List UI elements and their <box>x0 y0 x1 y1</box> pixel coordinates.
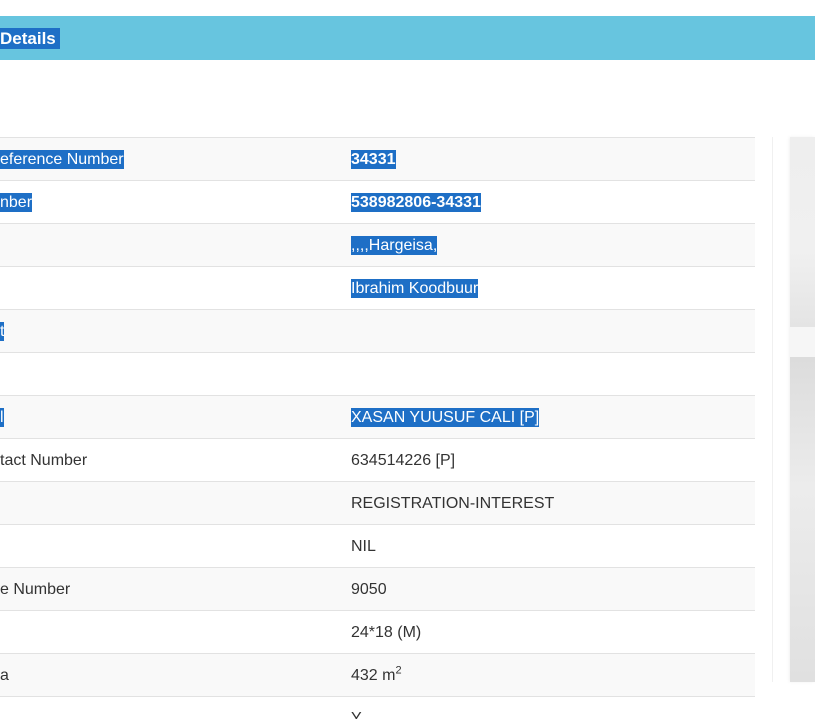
row-value: Ibrahim Koodbuur <box>351 279 479 298</box>
table-row: ,,,,Hargeisa, <box>0 223 755 266</box>
row-value: 432 m2 <box>351 664 402 685</box>
table-row: Ibrahim Koodbuur <box>0 266 755 309</box>
row-label: tact Number <box>0 452 88 469</box>
table-row: NIL <box>0 524 755 567</box>
row-value: NIL <box>351 538 376 555</box>
page: Details eference Number 34331 nber 53898… <box>0 0 815 719</box>
details-table: eference Number 34331 nber 538982806-343… <box>0 137 755 719</box>
row-label: l <box>0 408 4 427</box>
side-divider <box>772 137 773 682</box>
table-row: 24*18 (M) <box>0 610 755 653</box>
table-row <box>0 352 755 395</box>
table-row: t <box>0 309 755 352</box>
area-unit-superscript: 2 <box>395 664 402 677</box>
row-value: REGISTRATION-INTEREST <box>351 495 555 512</box>
row-value: 24*18 (M) <box>351 624 422 641</box>
table-row: tact Number 634514226 [P] <box>0 438 755 481</box>
details-header-title: Details <box>0 28 60 49</box>
row-value: ,,,,Hargeisa, <box>351 236 438 255</box>
row-value: 538982806-34331 <box>351 193 481 212</box>
area-value-text: 432 m <box>351 667 396 684</box>
row-label: a <box>0 667 9 684</box>
row-value: 34331 <box>351 150 396 169</box>
row-value: 634514226 [P] <box>351 452 456 469</box>
table-row: Y <box>0 696 755 719</box>
table-row: l XASAN YUUSUF CALI [P] <box>0 395 755 438</box>
table-row: a 432 m2 <box>0 653 755 696</box>
row-label: nber <box>0 193 33 212</box>
table-row: e Number 9050 <box>0 567 755 610</box>
details-header-bar: Details <box>0 16 815 60</box>
row-label: t <box>0 322 5 341</box>
row-value: Y <box>351 710 362 719</box>
table-row: nber 538982806-34331 <box>0 180 755 223</box>
row-label: eference Number <box>0 150 124 169</box>
row-value: XASAN YUUSUF CALI [P] <box>351 408 540 427</box>
side-image-panel <box>790 137 815 682</box>
row-label: e Number <box>0 581 71 598</box>
table-row: eference Number 34331 <box>0 137 755 180</box>
row-value: 9050 <box>351 581 387 598</box>
table-row: REGISTRATION-INTEREST <box>0 481 755 524</box>
